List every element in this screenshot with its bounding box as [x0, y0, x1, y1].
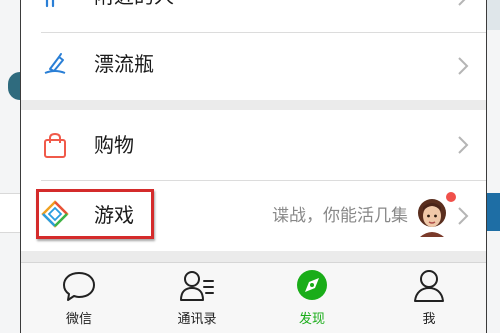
background-right	[485, 0, 500, 333]
background-strip-right	[485, 193, 500, 231]
tab-chats[interactable]: 微信	[24, 263, 134, 333]
chat-bubble-icon	[63, 272, 95, 301]
nearby-people-icon	[45, 0, 55, 8]
games-highlight-annotation	[36, 189, 154, 239]
tab-discover[interactable]: 发现	[257, 263, 367, 333]
person-icon	[414, 270, 444, 302]
chevron-right-icon	[458, 207, 469, 225]
background-left	[0, 0, 32, 333]
chevron-right-icon	[458, 136, 469, 154]
shopping-bag-icon	[44, 132, 66, 158]
menu-item-label: 购物	[94, 133, 134, 157]
tab-label: 通讯录	[177, 312, 217, 327]
chevron-right-icon	[458, 0, 466, 6]
tab-me[interactable]: 我	[374, 263, 484, 333]
tab-label: 微信	[65, 312, 92, 327]
bottom-tab-bar: 微信 通讯录 发现 我	[21, 262, 486, 333]
tab-label: 我	[422, 312, 436, 327]
compass-icon	[297, 270, 327, 300]
background-dark	[485, 0, 500, 30]
contacts-icon	[180, 271, 214, 301]
chevron-right-icon	[458, 57, 469, 75]
background-strip	[0, 193, 20, 233]
group-nearby: 附近的人 漂流瓶	[21, 0, 486, 100]
tab-contacts[interactable]: 通讯录	[142, 263, 252, 333]
menu-item-label: 附近的人	[94, 0, 174, 10]
wechat-discover-screen: 附近的人 漂流瓶	[20, 0, 487, 333]
menu-item-drift-bottle[interactable]: 漂流瓶	[21, 33, 486, 99]
screen: 附近的人 漂流瓶	[0, 0, 500, 333]
drift-bottle-icon	[44, 53, 66, 74]
tab-label: 发现	[298, 312, 325, 327]
menu-item-shopping[interactable]: 购物	[21, 110, 486, 180]
notification-badge	[446, 192, 456, 202]
menu-item-nearby[interactable]: 附近的人	[21, 0, 486, 32]
games-promo-text: 谍战，你能活几集	[272, 206, 408, 226]
menu-item-label: 漂流瓶	[94, 52, 154, 76]
game-avatar-icon	[418, 199, 446, 237]
